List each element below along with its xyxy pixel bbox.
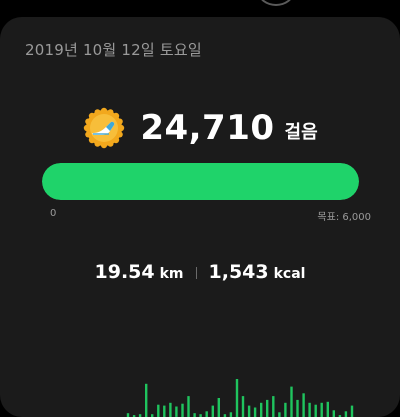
step-count-value: 24,710	[140, 108, 274, 148]
chart-bar	[315, 405, 317, 417]
activity-stats: 19.54 km 1,543 kcal	[0, 261, 400, 283]
chart-bar	[254, 408, 256, 417]
step-summary-card[interactable]: 2019년 10월 12일 토요일 24,710 걸음 0 목표: 6,	[0, 17, 400, 417]
running-shoe-badge-icon	[82, 106, 126, 150]
chart-bar	[327, 402, 329, 417]
chart-bar	[218, 398, 220, 417]
distance-unit: km	[160, 266, 184, 282]
step-goal-label: 목표: 6,000	[317, 208, 371, 223]
step-count-row: 24,710 걸음	[0, 107, 400, 149]
chart-bar	[169, 403, 171, 417]
chart-bar	[187, 396, 189, 417]
chart-bar	[230, 412, 232, 417]
chart-bar	[333, 410, 335, 417]
step-count-unit: 걸음	[285, 118, 318, 144]
chart-bar	[345, 411, 347, 417]
chart-bar	[248, 406, 250, 417]
chart-bar	[163, 406, 165, 417]
calories-value: 1,543	[209, 261, 269, 283]
step-goal-progress-fill	[42, 163, 359, 200]
chart-bar	[272, 396, 274, 417]
chart-bar	[212, 406, 214, 417]
chart-bar	[321, 403, 323, 417]
chart-bar	[278, 412, 280, 417]
chart-bar	[206, 411, 208, 417]
chart-bar	[242, 396, 244, 417]
chart-bar	[181, 404, 183, 417]
camera-notch	[258, 0, 294, 6]
chart-bar	[175, 407, 177, 417]
chart-bar	[157, 405, 159, 417]
chart-bar	[296, 400, 298, 417]
chart-bar	[145, 384, 147, 417]
chart-bar	[351, 406, 353, 417]
chart-bar	[308, 403, 310, 417]
chart-bar	[266, 400, 268, 417]
calories-unit: kcal	[274, 266, 306, 282]
distance-value: 19.54	[95, 261, 155, 283]
progress-scale-min: 0	[50, 208, 56, 219]
hourly-steps-chart	[0, 317, 400, 417]
chart-bar	[193, 413, 195, 417]
chart-bar	[260, 403, 262, 417]
stats-divider	[196, 267, 197, 279]
chart-bar	[127, 413, 129, 417]
step-goal-progress-bar	[42, 163, 359, 200]
chart-bar	[290, 387, 292, 417]
date-label: 2019년 10월 12일 토요일	[25, 39, 202, 60]
chart-bar	[284, 403, 286, 417]
chart-bar	[302, 393, 304, 417]
chart-bar	[236, 379, 238, 417]
